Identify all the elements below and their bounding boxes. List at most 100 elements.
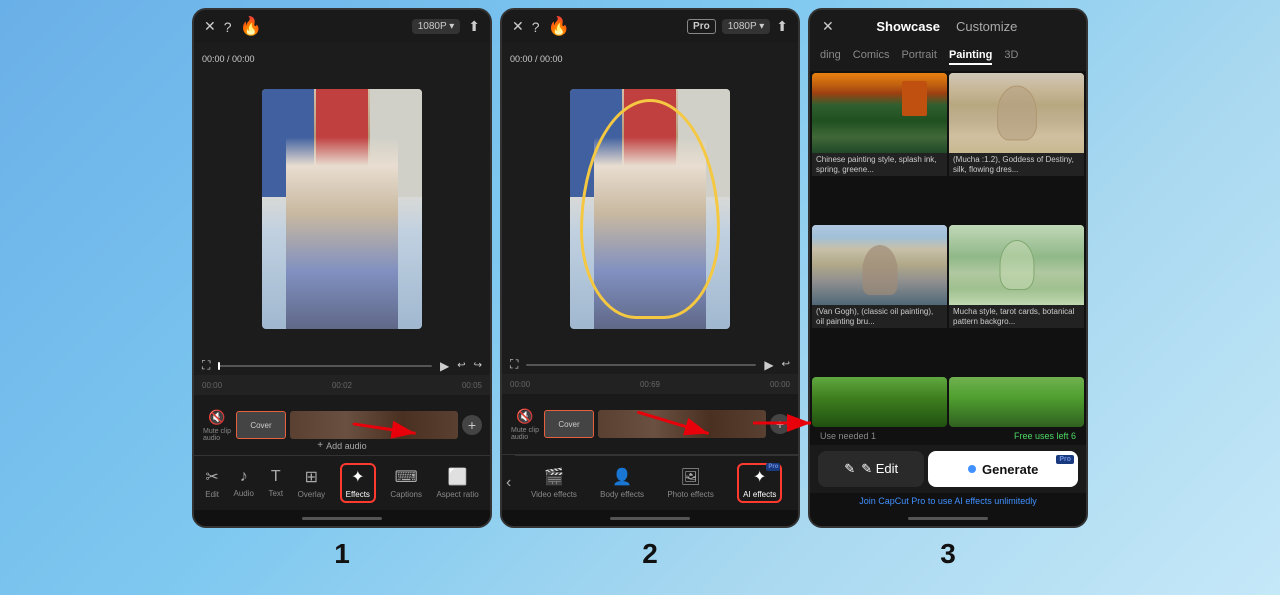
edit-button-label: ✎ Edit: [861, 461, 898, 477]
free-uses-text: Free uses left 6: [1014, 431, 1076, 441]
aspect-label: Aspect ratio: [436, 490, 478, 499]
aspect-icon: ⬜: [448, 467, 468, 487]
step2-close-icon[interactable]: ✕: [512, 18, 524, 35]
photo-effects-label: Photo effects: [667, 490, 714, 499]
panel-tabs: Showcase Customize: [876, 19, 1017, 34]
gallery-img-vangogh: [812, 225, 947, 305]
van-gogh-figure: [862, 245, 897, 295]
undo-icon[interactable]: ↩: [457, 360, 465, 371]
tool-overlay[interactable]: ⊞ Overlay: [298, 467, 326, 499]
gallery-caption-1: Chinese painting style, splash ink, spri…: [812, 153, 947, 176]
panel-close-icon[interactable]: ✕: [822, 18, 834, 35]
gallery-grid: Chinese painting style, splash ink, spri…: [810, 71, 1086, 377]
fullscreen-icon[interactable]: ⛶: [202, 358, 210, 373]
gallery-item-2[interactable]: (Mucha :1.2), Goddess of Destiny, silk, …: [949, 73, 1084, 183]
step2-time-display: 00:00 / 00:00: [510, 49, 563, 67]
redo-icon[interactable]: ↪: [474, 360, 482, 371]
home-bar-line-2: [610, 517, 690, 520]
step2-mute-button[interactable]: 🔇 Mute clipaudio: [510, 408, 540, 441]
play-icon[interactable]: ▶: [440, 359, 449, 373]
girl-figure: [262, 89, 422, 329]
mute-button[interactable]: 🔇 Mute clipaudio: [202, 409, 232, 442]
video-effects-icon: 🎬: [544, 467, 564, 487]
tool-audio[interactable]: ♪ Audio: [234, 468, 254, 498]
step-1-wrapper: ✕ ? 🔥 1080P ▾ ⬆: [192, 8, 492, 570]
gallery-img-mucha: [949, 73, 1084, 153]
ai-effects-icon: ✦: [753, 469, 766, 486]
step-1-timeline: 00:00 00:02 00:05 🔇 Mute clipaudio Cover: [194, 375, 490, 455]
tool-edit[interactable]: ✂ Edit: [205, 467, 219, 499]
progress-bar[interactable]: [218, 365, 432, 367]
tool-aspect[interactable]: ⬜ Aspect ratio: [436, 467, 478, 499]
help-icon[interactable]: ?: [224, 19, 232, 35]
close-icon[interactable]: ✕: [204, 18, 216, 35]
gallery-item-1[interactable]: Chinese painting style, splash ink, spri…: [812, 73, 947, 183]
pro-badge: Pro: [687, 19, 716, 34]
step2-help-icon[interactable]: ?: [532, 19, 540, 35]
overlay-label: Overlay: [298, 490, 326, 499]
step2-undo-icon[interactable]: ↩: [782, 359, 790, 370]
export-icon[interactable]: ⬆: [468, 18, 480, 35]
step2-play-icon[interactable]: ▶: [764, 358, 773, 372]
text-icon: T: [271, 468, 281, 486]
step2-flame-icon: 🔥: [548, 16, 570, 37]
gallery-img-chinese: [812, 73, 947, 153]
edit-button[interactable]: ✎ ✎ Edit: [818, 451, 924, 487]
add-track-button[interactable]: +: [462, 415, 482, 435]
step2-video-preview: [570, 89, 730, 329]
captions-label: Captions: [390, 490, 422, 499]
step-3-number: 3: [940, 538, 956, 570]
tool-ai-effects[interactable]: ✦ Pro AI effects: [737, 463, 782, 503]
gallery-caption-4: Mucha style, tarot cards, botanical patt…: [949, 305, 1084, 328]
figure-outline: [997, 86, 1037, 141]
use-info-bar: Use needed 1 Free uses left 6: [810, 427, 1086, 445]
mucha2-figure: [999, 240, 1034, 290]
step2-resolution-badge[interactable]: 1080P ▾: [722, 19, 771, 34]
gallery-row3: [810, 377, 1086, 427]
gallery-item-4[interactable]: Mucha style, tarot cards, botanical patt…: [949, 225, 1084, 335]
tool-text[interactable]: T Text: [268, 468, 283, 498]
action-buttons: ✎ ✎ Edit Generate Pro: [810, 445, 1086, 493]
tab-customize[interactable]: Customize: [956, 19, 1017, 34]
cat-tab-ding[interactable]: ding: [820, 49, 841, 65]
resolution-badge[interactable]: 1080P ▾: [412, 19, 461, 34]
top-bar-right: 1080P ▾ ⬆: [412, 18, 480, 35]
step2-cover-track[interactable]: Cover: [544, 410, 594, 438]
tool-body-effects[interactable]: 👤 Body effects: [600, 467, 644, 499]
join-capcut-text[interactable]: Join CapCut Pro to use AI effects unlimi…: [810, 493, 1086, 510]
step2-progress-bar[interactable]: [526, 364, 756, 366]
cat-tab-comics[interactable]: Comics: [853, 49, 890, 65]
collapse-arrow[interactable]: ‹: [502, 466, 515, 500]
step2-girl-figure: [570, 89, 730, 329]
step-1-phone: ✕ ? 🔥 1080P ▾ ⬆: [192, 8, 492, 528]
main-container: ✕ ? 🔥 1080P ▾ ⬆: [0, 0, 1280, 595]
home-bar-line-1: [302, 517, 382, 520]
gallery-img-green1: [812, 377, 947, 427]
home-bar-2: [502, 510, 798, 526]
tool-video-effects[interactable]: 🎬 Video effects: [531, 467, 577, 499]
time-marker-1: 00:02: [332, 381, 352, 390]
add-audio-button[interactable]: + Add audio: [317, 440, 366, 451]
tab-showcase[interactable]: Showcase: [876, 19, 940, 34]
step2-time-marker-1: 00:69: [640, 380, 660, 389]
step2-fullscreen-icon[interactable]: ⛶: [510, 357, 518, 372]
effects-label: Effects: [346, 490, 370, 499]
tool-captions[interactable]: ⌨ Captions: [390, 467, 422, 499]
body-effects-icon: 👤: [612, 467, 632, 487]
step2-video-controls: ⛶ ▶ ↩: [510, 357, 790, 372]
tool-photo-effects[interactable]: 🖼 Photo effects: [667, 467, 714, 499]
cat-tab-3d[interactable]: 3D: [1004, 49, 1018, 65]
generate-button[interactable]: Generate Pro: [928, 451, 1078, 487]
tool-effects[interactable]: ✦ Effects: [340, 463, 376, 503]
time-marker-0: 00:00: [202, 381, 222, 390]
gallery-item-6[interactable]: [949, 377, 1084, 427]
time-display-1: 00:00 / 00:00: [202, 49, 255, 67]
cat-tab-painting[interactable]: Painting: [949, 49, 992, 65]
step2-export-icon[interactable]: ⬆: [776, 18, 788, 35]
cover-track[interactable]: Cover: [236, 411, 286, 439]
cat-tab-portrait[interactable]: Portrait: [901, 49, 936, 65]
gallery-item-5[interactable]: [812, 377, 947, 427]
time-marker-2: 00:05: [462, 381, 482, 390]
gallery-item-3[interactable]: (Van Gogh), (classic oil painting), oil …: [812, 225, 947, 335]
step2-time-marker-0: 00:00: [510, 380, 530, 389]
